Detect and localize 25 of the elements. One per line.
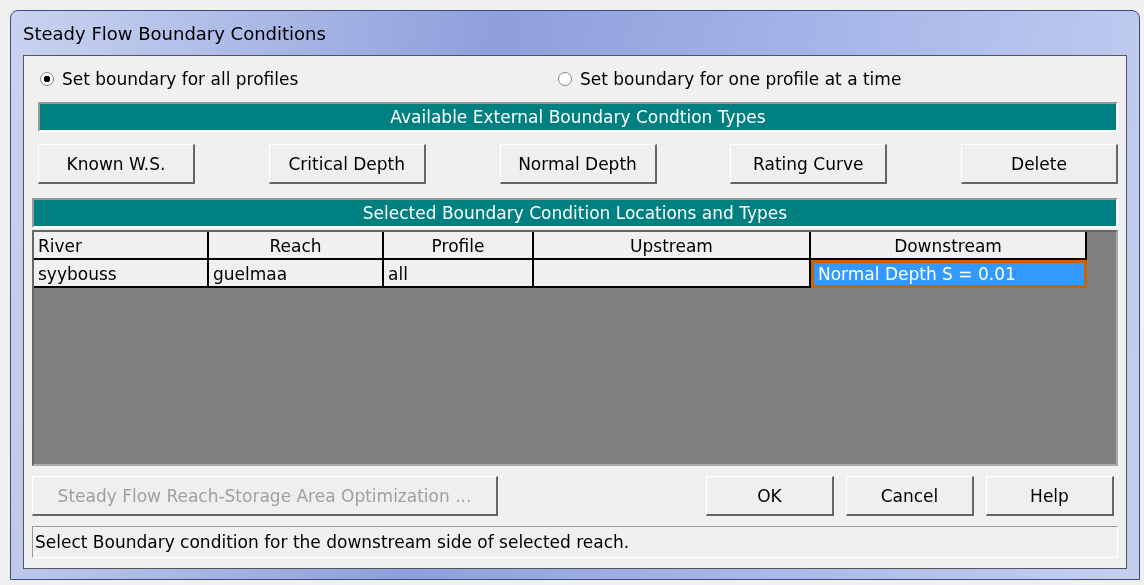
radio-label[interactable]: Set boundary for one profile at a time bbox=[580, 69, 902, 89]
type-button[interactable]: Known W.S. bbox=[38, 144, 195, 184]
table-cell[interactable]: all bbox=[384, 260, 534, 288]
table-cell[interactable] bbox=[534, 260, 811, 288]
status-bar: Select Boundary condition for the downstream side of selected reach. bbox=[32, 526, 1118, 558]
radio-label[interactable]: Set boundary for all profiles bbox=[62, 69, 299, 89]
dialog-button[interactable]: Help bbox=[986, 476, 1114, 516]
section-header: Selected Boundary Condition Locations and Types bbox=[32, 198, 1118, 228]
radio-button[interactable] bbox=[558, 72, 572, 86]
table-cell[interactable]: guelmaa bbox=[209, 260, 384, 288]
type-button[interactable]: Delete bbox=[961, 144, 1118, 184]
dialog-button[interactable]: OK bbox=[706, 476, 834, 516]
column-header: Profile bbox=[384, 232, 534, 260]
type-button[interactable]: Normal Depth bbox=[499, 144, 657, 184]
column-header: Reach bbox=[209, 232, 384, 260]
type-button[interactable]: Critical Depth bbox=[268, 144, 426, 184]
column-header: River bbox=[34, 232, 209, 260]
dialog-button[interactable]: Cancel bbox=[846, 476, 974, 516]
column-header: Downstream bbox=[811, 232, 1087, 260]
radio-button[interactable] bbox=[40, 72, 54, 86]
window-title: Steady Flow Boundary Conditions bbox=[23, 22, 326, 44]
type-button[interactable]: Rating Curve bbox=[730, 144, 888, 184]
section-header: Available External Boundary Condtion Types bbox=[38, 102, 1118, 132]
table-cell[interactable]: syybouss bbox=[34, 260, 209, 288]
column-header: Upstream bbox=[534, 232, 811, 260]
